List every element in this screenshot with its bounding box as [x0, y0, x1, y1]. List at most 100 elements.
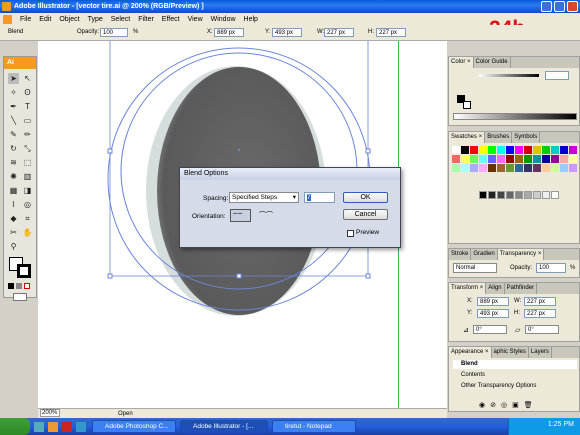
swatch[interactable] — [524, 146, 532, 154]
handle-bottom[interactable] — [236, 273, 242, 279]
grey-swatch[interactable] — [488, 191, 496, 199]
line-tool-icon[interactable]: ╲ — [8, 115, 19, 126]
screen-mode-icon[interactable] — [13, 293, 27, 301]
swatch[interactable] — [524, 155, 532, 163]
handle-bottom-left[interactable] — [107, 273, 113, 279]
swatch[interactable] — [515, 146, 523, 154]
blend-mode-select[interactable]: Normal — [453, 263, 497, 273]
pencil-tool-icon[interactable]: ✏ — [22, 129, 33, 140]
tab-stroke[interactable]: Stroke — [449, 249, 472, 260]
swatch[interactable] — [569, 155, 577, 163]
zoom-tool-icon[interactable]: ⚲ — [8, 241, 19, 252]
menu-effect[interactable]: Effect — [162, 16, 180, 23]
swatch[interactable] — [461, 155, 469, 163]
close-button[interactable] — [567, 1, 578, 12]
swatch[interactable] — [452, 146, 460, 154]
tab-swatches[interactable]: Swatches × — [449, 132, 486, 143]
gradient-tool-icon[interactable]: ◨ — [22, 185, 33, 196]
swatch[interactable] — [452, 155, 460, 163]
rotate-tool-icon[interactable]: ↻ — [8, 143, 19, 154]
zoom-field[interactable]: 200% — [40, 409, 60, 417]
swatch[interactable] — [533, 146, 541, 154]
lasso-tool-icon[interactable]: ʘ — [22, 87, 33, 98]
color-mode-icon[interactable] — [8, 283, 14, 289]
tab-color[interactable]: Color × — [449, 57, 474, 68]
grey-swatch[interactable] — [497, 191, 505, 199]
quicklaunch-icon-3[interactable] — [62, 422, 72, 432]
rectangle-tool-icon[interactable]: ▭ — [22, 115, 33, 126]
appearance-item-blend[interactable]: Blend — [453, 360, 577, 369]
menu-edit[interactable]: Edit — [39, 16, 51, 23]
rotate-field[interactable]: 0° — [473, 325, 507, 334]
blend-tool-icon[interactable]: ◎ — [22, 199, 33, 210]
menu-type[interactable]: Type — [88, 16, 103, 23]
cancel-button[interactable]: Cancel — [343, 209, 388, 220]
tab-graphic-styles[interactable]: aphic Styles — [492, 347, 529, 358]
menu-select[interactable]: Select — [111, 16, 130, 23]
handle-right[interactable] — [365, 148, 371, 154]
clear-appearance-icon[interactable]: ⊘ — [490, 401, 496, 409]
menu-help[interactable]: Help — [244, 16, 258, 23]
swatch-grid[interactable] — [452, 146, 578, 226]
quicklaunch-icon-4[interactable] — [76, 422, 86, 432]
steps-field[interactable]: 7 — [304, 192, 335, 203]
swatch[interactable] — [461, 146, 469, 154]
scissors-tool-icon[interactable]: ✂ — [8, 227, 19, 238]
menu-view[interactable]: View — [188, 16, 203, 23]
mesh-tool-icon[interactable]: ▦ — [8, 185, 19, 196]
fill-color-swatch[interactable] — [463, 101, 471, 109]
type-tool-icon[interactable]: T — [22, 101, 33, 112]
tab-brushes[interactable]: Brushes — [485, 132, 513, 143]
scale-tool-icon[interactable]: ⤡ — [22, 143, 33, 154]
magic-wand-tool-icon[interactable]: ✧ — [8, 87, 19, 98]
shear-field[interactable]: 0° — [525, 325, 559, 334]
handle-bottom-right[interactable] — [365, 273, 371, 279]
swatch[interactable] — [515, 155, 523, 163]
handle-left[interactable] — [107, 148, 113, 154]
live-paint-tool-icon[interactable]: ◆ — [8, 213, 19, 224]
duplicate-icon[interactable]: ▣ — [512, 401, 519, 409]
swatch[interactable] — [497, 164, 505, 172]
quicklaunch-icon-2[interactable] — [48, 422, 58, 432]
grey-swatch[interactable] — [533, 191, 541, 199]
swatch[interactable] — [506, 146, 514, 154]
warp-tool-icon[interactable]: ≋ — [8, 157, 19, 168]
swatch[interactable] — [488, 146, 496, 154]
trash-icon[interactable]: 🗑 — [524, 401, 533, 409]
task-notepad[interactable]: tiretut - Notepad — [272, 420, 356, 433]
pen-tool-icon[interactable]: ✒ — [8, 101, 19, 112]
menu-object[interactable]: Object — [59, 16, 79, 23]
swatch[interactable] — [470, 155, 478, 163]
swatch[interactable] — [497, 155, 505, 163]
tab-pathfinder[interactable]: Pathfinder — [505, 283, 537, 294]
grey-swatch[interactable] — [542, 191, 550, 199]
grey-swatch[interactable] — [479, 191, 487, 199]
task-photoshop[interactable]: Adobe Photoshop C... — [92, 420, 176, 433]
swatch[interactable] — [533, 164, 541, 172]
transform-h-field[interactable]: 227 px — [524, 309, 556, 318]
swatch[interactable] — [506, 164, 514, 172]
swatch[interactable] — [560, 164, 568, 172]
swatch[interactable] — [479, 164, 487, 172]
none-mode-icon[interactable] — [24, 283, 30, 289]
swatch[interactable] — [461, 164, 469, 172]
stroke-swatch[interactable] — [17, 264, 31, 278]
swatch[interactable] — [470, 164, 478, 172]
transform-w-field[interactable]: 227 px — [524, 297, 556, 306]
visibility-icon[interactable]: ◉ — [479, 401, 485, 409]
appearance-item-other[interactable]: Other Transparency Options — [453, 382, 577, 391]
minimize-button[interactable] — [541, 1, 552, 12]
gradient-mode-icon[interactable] — [16, 283, 22, 289]
grey-swatch[interactable] — [515, 191, 523, 199]
tab-transparency[interactable]: Transparency × — [497, 249, 545, 260]
grey-swatch[interactable] — [524, 191, 532, 199]
swatch[interactable] — [488, 155, 496, 163]
graph-tool-icon[interactable]: ▥ — [22, 171, 33, 182]
preview-checkbox[interactable] — [347, 230, 354, 237]
swatch[interactable] — [542, 164, 550, 172]
opacity-field[interactable]: 100 — [100, 28, 128, 37]
tab-gradient[interactable]: Gradien — [471, 249, 498, 260]
transform-y-field[interactable]: 493 px — [477, 309, 509, 318]
swatch[interactable] — [515, 164, 523, 172]
swatch[interactable] — [533, 155, 541, 163]
